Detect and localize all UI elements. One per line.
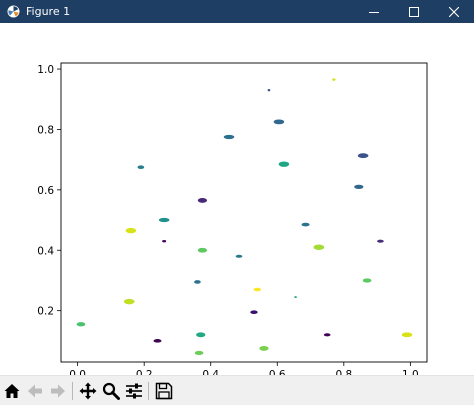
scatter-point — [357, 153, 369, 159]
scatter-point — [158, 217, 170, 223]
scatter-point — [354, 184, 364, 189]
scatter-point — [137, 165, 145, 170]
matplotlib-logo-icon — [6, 5, 20, 19]
scatter-point — [313, 244, 325, 250]
y-tick-label: 1.0 — [37, 64, 54, 76]
scatter-point — [377, 239, 384, 243]
toolbar-separator — [72, 381, 73, 400]
sliders-icon — [126, 383, 142, 398]
navigation-toolbar — [0, 375, 474, 405]
scatter-point — [153, 339, 162, 343]
close-button[interactable] — [434, 0, 474, 23]
floppy-icon — [155, 382, 173, 399]
scatter-point — [323, 333, 331, 337]
title-bar: Figure 1 — [0, 0, 474, 23]
plot-area — [60, 62, 428, 363]
figure-canvas[interactable]: 0.0 0.2 0.4 0.6 0.8 1.0 0.2 0.4 0.6 0.8 1.0 — [0, 23, 474, 381]
scatter-point — [123, 298, 135, 305]
forward-button[interactable] — [47, 380, 69, 402]
home-button[interactable] — [1, 380, 23, 402]
arrow-right-icon — [51, 384, 65, 397]
scatter-point — [362, 278, 372, 283]
scatter-point — [294, 296, 297, 298]
scatter-point — [125, 227, 137, 234]
scatter-point — [76, 322, 86, 327]
zoom-button[interactable] — [100, 380, 122, 402]
y-tick-label: 0.6 — [37, 185, 54, 197]
minimize-icon — [369, 11, 379, 13]
scatter-point — [301, 222, 310, 227]
scatter-point — [194, 350, 204, 356]
scatter-point — [196, 332, 206, 338]
minimize-button[interactable] — [354, 0, 394, 23]
pan-button[interactable] — [77, 380, 99, 402]
scatter-point — [273, 119, 285, 125]
close-icon — [449, 6, 459, 17]
scatter-point — [194, 280, 201, 284]
scatter-point — [267, 88, 271, 92]
scatter-point — [223, 134, 235, 140]
scatter-point — [253, 287, 261, 292]
scatter-point — [162, 239, 167, 243]
scatter-plot: 0.0 0.2 0.4 0.6 0.8 1.0 0.20.40.60.81.0 — [37, 62, 428, 381]
scatter-point — [197, 247, 208, 253]
maximize-button[interactable] — [394, 0, 434, 23]
move-icon — [79, 382, 97, 399]
scatter-point — [235, 254, 243, 258]
scatter-point — [250, 310, 258, 314]
toolbar-separator — [148, 381, 149, 400]
home-icon — [4, 383, 20, 398]
scatter-point — [278, 161, 290, 167]
arrow-left-icon — [28, 384, 42, 397]
y-tick-label: 0.8 — [37, 124, 54, 136]
maximize-icon — [409, 6, 419, 17]
y-tick-label: 0.2 — [37, 306, 54, 318]
configure-subplots-button[interactable] — [123, 380, 145, 402]
scatter-point — [401, 332, 413, 338]
save-button[interactable] — [153, 380, 175, 402]
y-tick-label: 0.4 — [37, 245, 54, 257]
back-button[interactable] — [24, 380, 46, 402]
magnifier-icon — [102, 382, 120, 400]
scatter-point — [197, 198, 208, 203]
scatter-point — [259, 345, 269, 351]
window-title: Figure 1 — [26, 5, 71, 18]
scatter-point — [332, 78, 336, 81]
